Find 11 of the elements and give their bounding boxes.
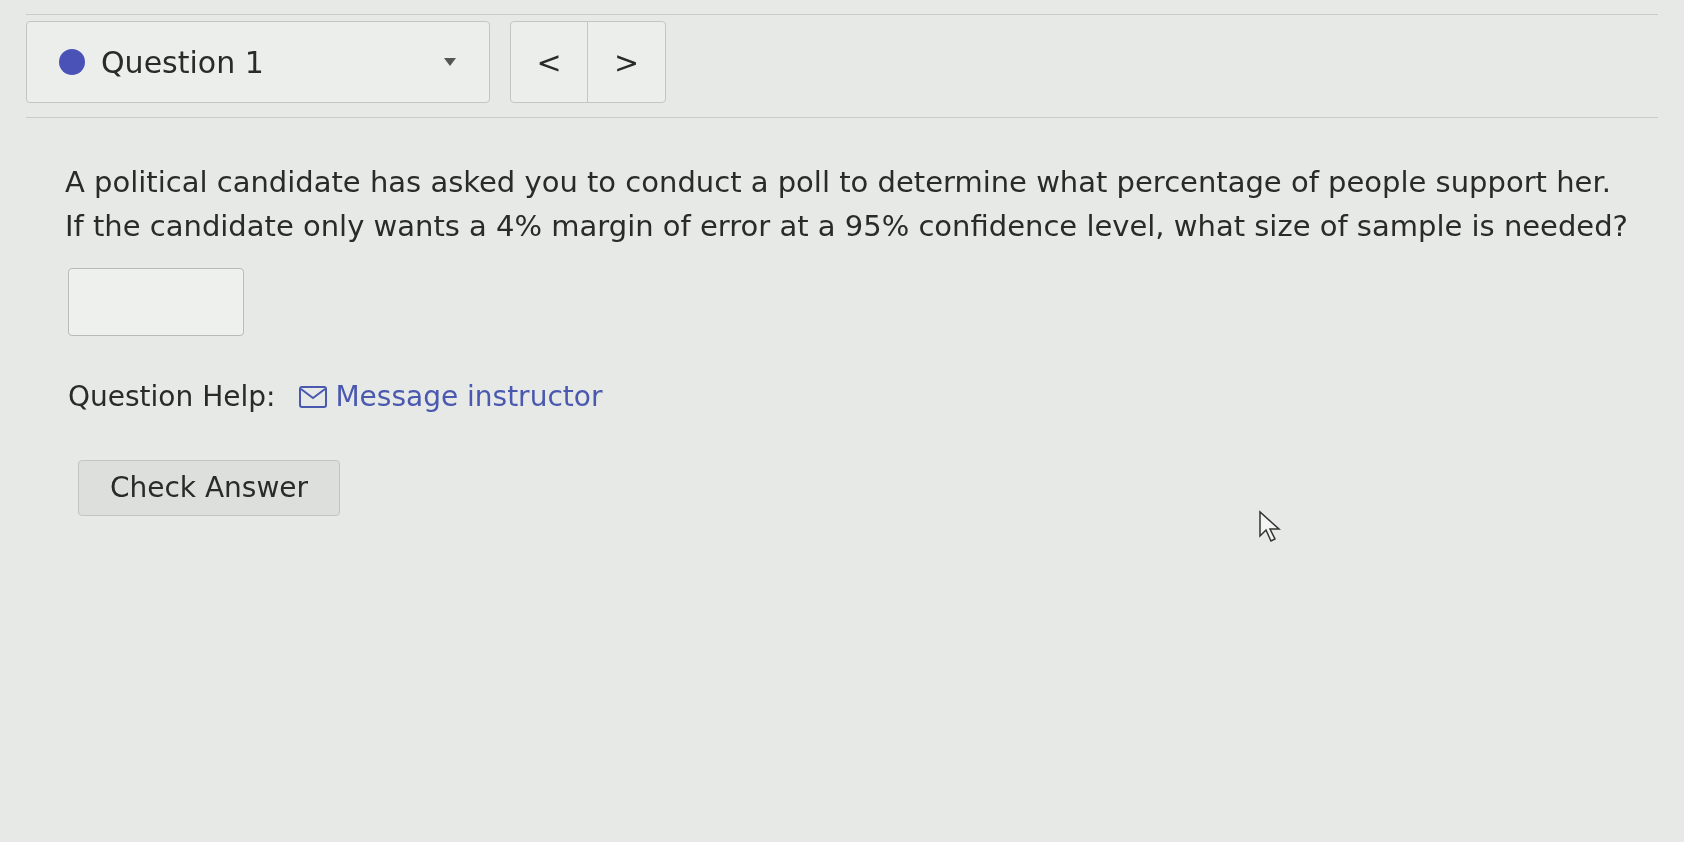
message-instructor-link[interactable]: Message instructor — [299, 376, 603, 418]
question-help-label: Question Help: — [68, 379, 276, 415]
check-answer-button[interactable]: Check Answer — [78, 460, 340, 516]
answer-field[interactable] — [68, 268, 244, 336]
envelope-icon — [299, 386, 328, 408]
question-text: A political candidate has asked you to conduct a poll to determine what percentage of people support her. If the candidate only wants a 4% margin of error at a 95% confidence level, what size of sample is needed? — [65, 164, 1628, 245]
mouse-pointer-icon — [1258, 510, 1282, 544]
previous-button[interactable]: < — [511, 22, 588, 102]
next-button[interactable]: > — [588, 22, 665, 102]
caret-icon — [443, 57, 457, 67]
question-dropdown[interactable]: Question 1 — [26, 21, 490, 103]
